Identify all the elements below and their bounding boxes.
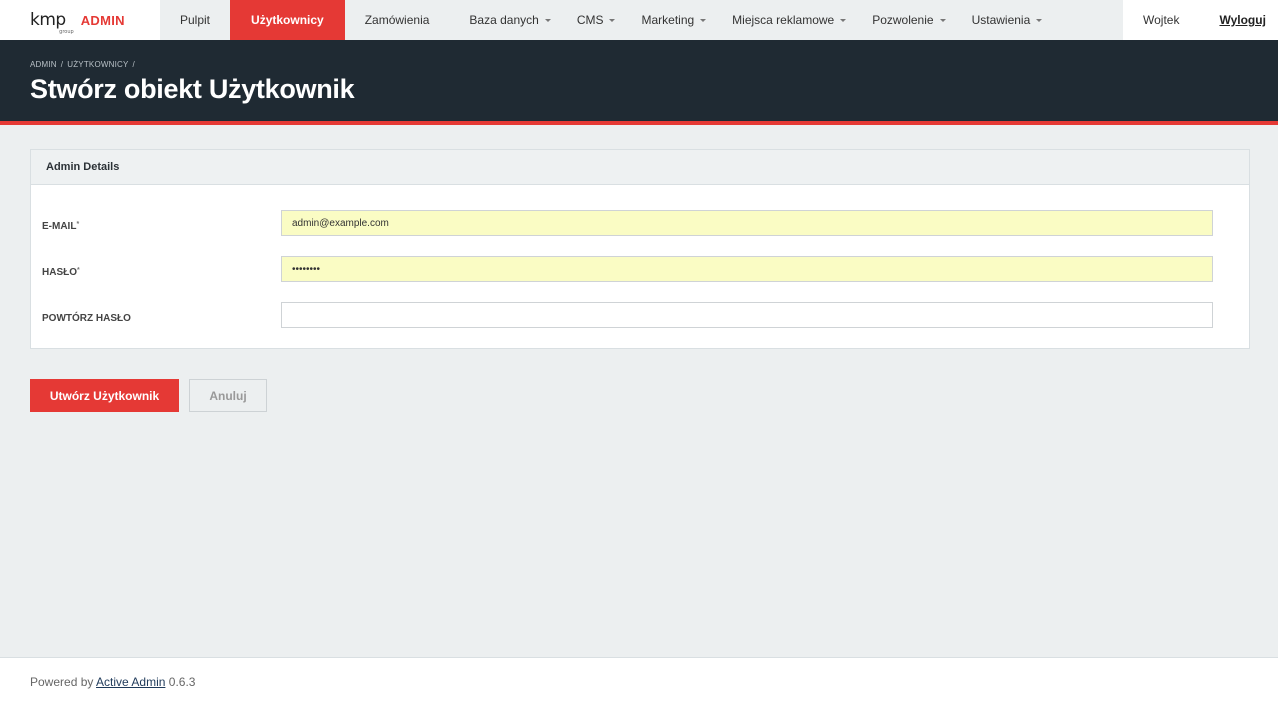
nav-item-zamowienia[interactable]: Zamówienia (345, 0, 450, 40)
kmp-logo: kmp group (30, 9, 74, 35)
chevron-down-icon (939, 19, 946, 22)
page-title: Stwórz obiekt Użytkownik (30, 74, 355, 104)
panel-title: Admin Details (31, 150, 1249, 185)
admin-details-panel: Admin Details E-MAIL* HASŁO* POWTÓRZ HAS… (30, 149, 1250, 349)
brand-admin-label: ADMIN (80, 12, 125, 28)
password-confirm-label: POWTÓRZ HASŁO (42, 313, 131, 324)
nav-item-ustawienia[interactable]: Ustawienia (964, 0, 1061, 40)
footer-text: Powered by Active Admin 0.6.3 (30, 675, 196, 689)
active-admin-link[interactable]: Active Admin (96, 675, 165, 689)
email-label: E-MAIL* (42, 221, 80, 232)
footer: Powered by Active Admin 0.6.3 (0, 657, 1278, 705)
current-user-name[interactable]: Wojtek (1143, 13, 1179, 27)
create-user-button[interactable]: Utwórz Użytkownik (30, 379, 179, 412)
chevron-down-icon (700, 19, 707, 22)
nav-item-miejsca-reklamowe[interactable]: Miejsca reklamowe (724, 0, 864, 40)
password-field[interactable] (281, 256, 1213, 282)
nav-item-cms[interactable]: CMS (569, 0, 634, 40)
main-nav: Pulpit Użytkownicy Zamówienia Baza danyc… (160, 0, 1060, 40)
title-bar-accent-line (0, 121, 1278, 125)
nav-item-baza-danych[interactable]: Baza danych (449, 0, 568, 40)
nav-item-uzytkownicy[interactable]: Użytkownicy (230, 0, 345, 40)
brand[interactable]: kmp group ADMIN (0, 0, 160, 40)
breadcrumb-link-admin[interactable]: ADMIN (30, 60, 57, 69)
user-box: Wojtek Wyloguj (1123, 0, 1278, 40)
cancel-button[interactable]: Anuluj (189, 379, 267, 412)
nav-item-pulpit[interactable]: Pulpit (160, 0, 230, 40)
chevron-down-icon (840, 19, 847, 22)
password-confirm-field[interactable] (281, 302, 1213, 328)
breadcrumb-link-users[interactable]: UŻYTKOWNICY (67, 60, 128, 69)
chevron-down-icon (1036, 19, 1043, 22)
nav-item-marketing[interactable]: Marketing (633, 0, 724, 40)
nav-item-pozwolenie[interactable]: Pozwolenie (864, 0, 963, 40)
chevron-down-icon (544, 19, 551, 22)
top-navigation-bar: kmp group ADMIN Pulpit Użytkownicy Zamów… (0, 0, 1278, 40)
email-field[interactable] (281, 210, 1213, 236)
logout-link[interactable]: Wyloguj (1219, 13, 1265, 27)
password-label: HASŁO* (42, 267, 80, 278)
breadcrumb: ADMIN / UŻYTKOWNICY / (30, 60, 135, 69)
chevron-down-icon (609, 19, 616, 22)
